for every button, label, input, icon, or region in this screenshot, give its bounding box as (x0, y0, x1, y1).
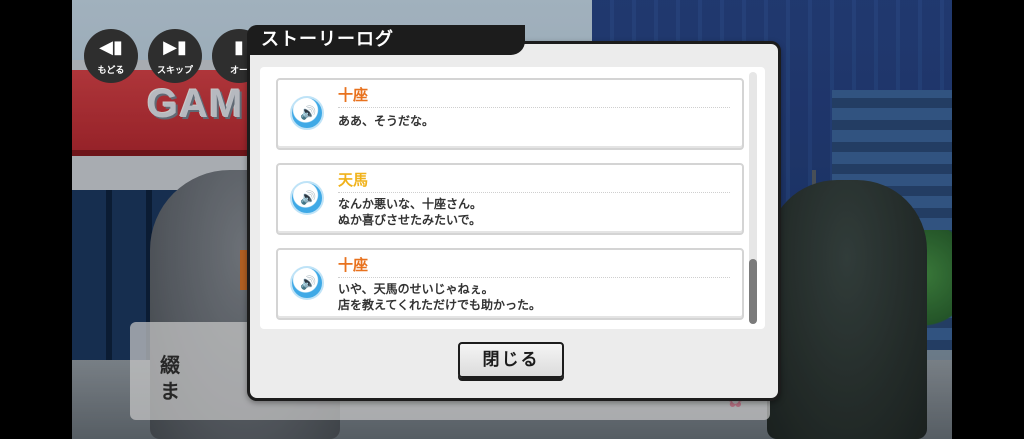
log-entry: 🔊 十座 いや、天馬のせいじゃねぇ。 店を教えてくれただけでも助かった。 (276, 248, 744, 320)
speaker-name: 十座 (338, 256, 369, 274)
close-button[interactable]: 閉じる (458, 342, 564, 378)
log-line: ぬか喜びさせたみたいで。 (338, 213, 482, 227)
game-screen: GAM 綴 ま ✿ ◀▮ もどる ▶▮ スキップ ▮ オー ストーリーログ 🔊 … (0, 0, 1024, 439)
log-line: いや、天馬のせいじゃねぇ。 (338, 282, 494, 296)
voice-replay-button[interactable]: 🔊 (290, 96, 324, 130)
log-line: なんか悪いな、十座さん。 (338, 197, 483, 211)
speaker-icon: 🔊 (300, 276, 317, 291)
voice-replay-button[interactable]: 🔊 (290, 181, 324, 215)
skip-button-label: スキップ (156, 66, 193, 76)
rewind-icon: ◀▮ (99, 37, 123, 58)
speaker-icon: 🔊 (300, 191, 317, 206)
dialog-title: ストーリーログ (261, 29, 394, 50)
divider (338, 107, 730, 108)
speaker-name: 天馬 (338, 171, 369, 189)
voice-replay-button[interactable]: 🔊 (290, 266, 324, 300)
log-line: 店を教えてくれただけでも助かった。 (338, 298, 542, 312)
skip-icon: ▶▮ (163, 37, 187, 58)
back-button[interactable]: ◀▮ もどる (84, 29, 138, 83)
skip-button[interactable]: ▶▮ スキップ (148, 29, 202, 83)
divider (338, 192, 730, 193)
back-button-label: もどる (97, 66, 125, 76)
scrollbar-thumb[interactable] (749, 259, 757, 324)
log-line: ああ、そうだな。 (338, 114, 435, 128)
log-entry: 🔊 十座 ああ、そうだな。 (276, 78, 744, 150)
log-entry: 🔊 天馬 なんか悪いな、十座さん。 ぬか喜びさせたみたいで。 (276, 163, 744, 235)
speaker-name: 十座 (338, 86, 369, 104)
divider (338, 277, 730, 278)
speaker-icon: 🔊 (300, 106, 317, 121)
